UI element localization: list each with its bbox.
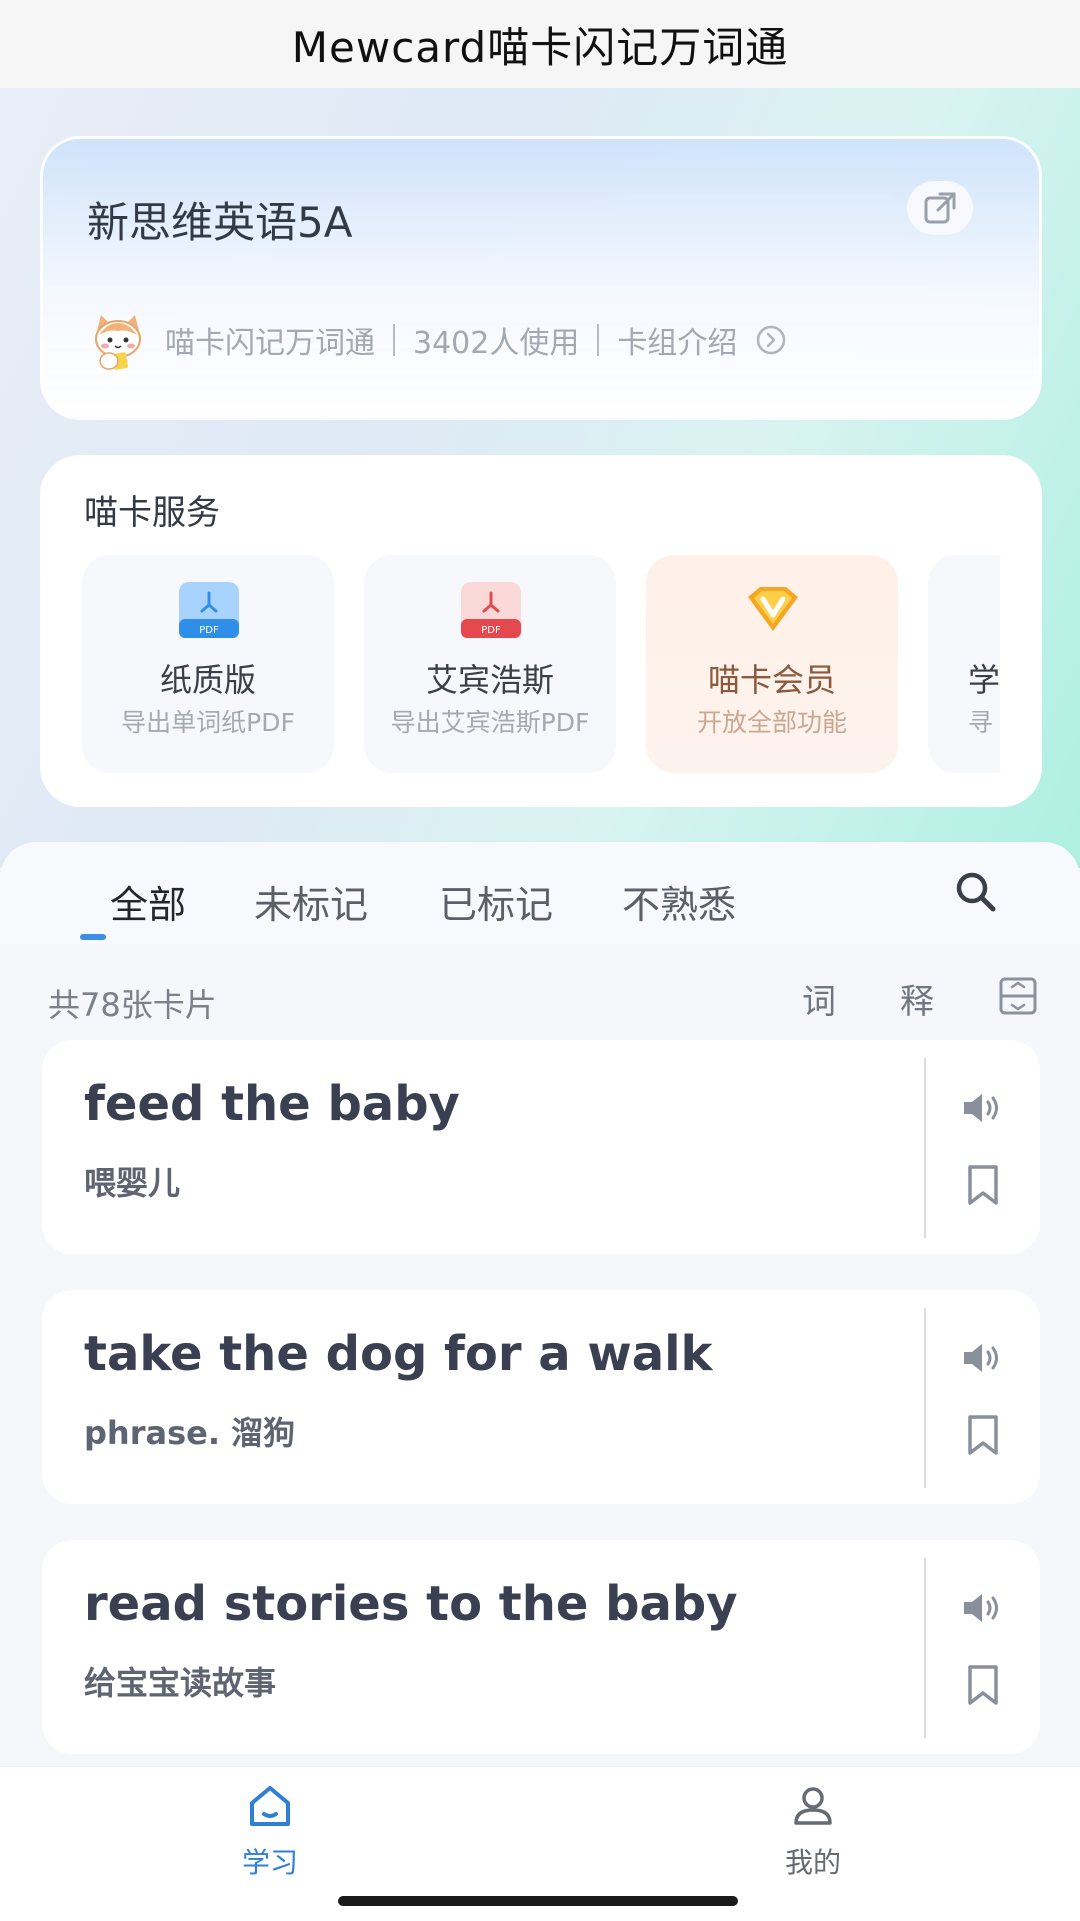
deck-source: 喵卡闪记万词通 <box>165 326 375 361</box>
card-divider <box>924 1308 926 1488</box>
deck-intro-link[interactable]: 卡组介绍 <box>617 318 737 362</box>
card-count: 共78张卡片 <box>48 986 217 1024</box>
tab-marked[interactable]: 已标记 <box>439 874 553 929</box>
service-paper-version[interactable]: PDF 纸质版 导出单词纸PDF <box>82 555 334 773</box>
svg-text:PDF: PDF <box>481 625 501 636</box>
meta-divider <box>393 324 395 356</box>
card-definition: 给宝宝读故事 <box>84 1664 277 1702</box>
meta-divider <box>597 324 600 356</box>
app-title: Mewcard喵卡闪记万词通 <box>291 22 789 72</box>
deck-meta: 喵卡闪记万词通 3402人使用 卡组介绍 <box>87 309 787 371</box>
nav-label: 我的 <box>784 1846 841 1879</box>
service-partial[interactable]: 学 寻 <box>928 555 1000 773</box>
tab-all[interactable]: 全部 <box>110 874 186 929</box>
speaker-icon[interactable] <box>960 1338 1004 1378</box>
card-term: take the dog for a walk <box>84 1326 713 1382</box>
service-ebbinghaus[interactable]: PDF 艾宾浩斯 导出艾宾浩斯PDF <box>364 555 616 773</box>
user-icon <box>794 1787 832 1825</box>
view-meaning-toggle[interactable]: 释 <box>900 974 934 1023</box>
pdf-blue-icon: PDF <box>179 582 239 638</box>
service-title: 喵卡会员 <box>707 661 836 699</box>
external-link-icon <box>924 192 956 224</box>
card-definition: phrase. 溜狗 <box>84 1414 296 1452</box>
tab-unmarked[interactable]: 未标记 <box>254 874 368 929</box>
bookmark-icon[interactable] <box>966 1414 1000 1456</box>
vip-icon <box>748 587 798 631</box>
services-title: 喵卡服务 <box>84 493 220 533</box>
speaker-icon[interactable] <box>960 1088 1004 1128</box>
chevron-right-circle-icon[interactable] <box>755 324 787 356</box>
speaker-icon[interactable] <box>960 1588 1004 1628</box>
service-title: 纸质版 <box>159 661 256 699</box>
service-vip-membership[interactable]: 喵卡会员 开放全部功能 <box>646 555 898 773</box>
word-card[interactable]: feed the baby 喂婴儿 <box>42 1040 1040 1254</box>
home-indicator <box>338 1896 738 1906</box>
search-icon[interactable] <box>952 868 1000 916</box>
home-icon <box>250 1786 290 1826</box>
card-list[interactable]: 共78张卡片 词 释 feed the baby 喂婴儿 take the do… <box>0 944 1080 1766</box>
word-card[interactable]: read stories to the baby 给宝宝读故事 <box>42 1540 1040 1754</box>
bookmark-icon[interactable] <box>966 1164 1000 1206</box>
services-card: 喵卡服务 PDF 纸质版 导出单词纸PDF PDF 艾宾浩斯 导出艾宾浩斯PDF <box>40 455 1042 807</box>
nav-learn[interactable]: 学习 <box>210 1781 330 1881</box>
card-definition: 喂婴儿 <box>84 1164 181 1202</box>
bookmark-icon[interactable] <box>966 1664 1000 1706</box>
share-button[interactable] <box>907 181 973 235</box>
view-word-toggle[interactable]: 词 <box>802 974 836 1023</box>
service-subtitle: 导出单词纸PDF <box>121 708 295 737</box>
tab-unfamiliar[interactable]: 不熟悉 <box>622 874 736 929</box>
app-title-bar: Mewcard喵卡闪记万词通 <box>0 0 1080 88</box>
deck-info-card: 新思维英语5A 喵卡闪记万词通 3402人使用 卡组介绍 <box>40 136 1042 420</box>
deck-users: 3402人使用 <box>413 326 580 361</box>
services-row[interactable]: PDF 纸质版 导出单词纸PDF PDF 艾宾浩斯 导出艾宾浩斯PDF 喵卡会员 <box>82 555 1000 777</box>
service-title: 艾宾浩斯 <box>425 661 554 699</box>
card-term: feed the baby <box>84 1076 460 1132</box>
pdf-red-icon: PDF <box>461 582 521 638</box>
svg-text:PDF: PDF <box>199 625 219 636</box>
deck-title: 新思维英语5A <box>87 198 353 247</box>
nav-mine[interactable]: 我的 <box>753 1781 873 1881</box>
card-divider <box>924 1058 926 1238</box>
card-term: read stories to the baby <box>84 1576 738 1632</box>
word-card[interactable]: take the dog for a walk phrase. 溜狗 <box>42 1290 1040 1504</box>
service-title: 学 <box>968 661 1000 699</box>
cat-avatar <box>95 315 141 370</box>
service-subtitle: 导出艾宾浩斯PDF <box>390 708 590 737</box>
card-divider <box>924 1558 926 1738</box>
expand-layout-icon[interactable] <box>998 976 1038 1016</box>
nav-label: 学习 <box>241 1846 298 1879</box>
active-tab-indicator <box>80 934 106 940</box>
filter-tabs: 全部 未标记 已标记 不熟悉 <box>0 842 1080 944</box>
service-subtitle: 开放全部功能 <box>696 708 847 737</box>
service-subtitle: 寻 <box>968 708 994 737</box>
